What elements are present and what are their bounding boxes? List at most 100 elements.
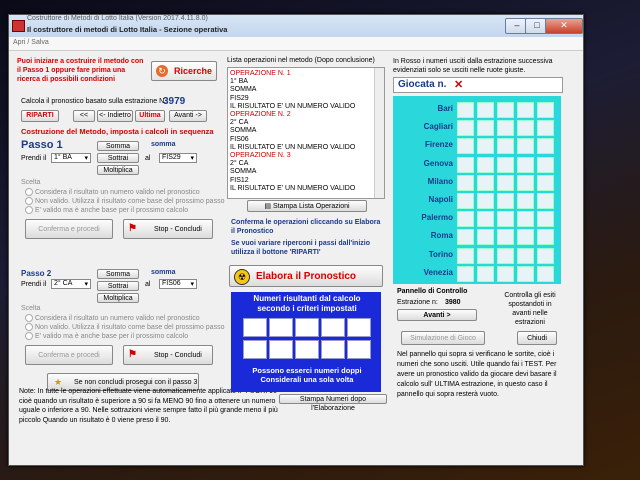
ops-list-item: IL RISULTATO E' UN NUMERO VALIDO — [230, 102, 356, 110]
ruota-cell — [457, 211, 474, 228]
passo1-conferma-button[interactable]: Conferma e procedi — [25, 219, 113, 239]
passo1-somma-button[interactable]: Somma — [97, 141, 139, 151]
passo2-opt2[interactable]: Non valido. Utilizza il risultato come b… — [25, 323, 224, 331]
ruota-cell — [537, 174, 554, 191]
elabora-label: Elabora il Pronostico — [256, 271, 357, 282]
passo1-select-1[interactable]: 1° BA — [51, 153, 91, 163]
info-text: In Rosso i numeri usciti dalla estrazion… — [393, 58, 553, 74]
passo2-sottrai-button[interactable]: Sottrai — [97, 281, 139, 291]
passo1-al: al — [145, 155, 151, 162]
ruota-cell — [497, 265, 514, 282]
scrollbar[interactable] — [374, 68, 384, 198]
ruota-cell — [457, 120, 474, 137]
passo2-select-2[interactable]: FIS06 — [159, 279, 197, 289]
numeri-foot: Possono esserci numeri doppi Considerali… — [252, 366, 362, 384]
ruota-cell — [537, 138, 554, 155]
passo1-opt2[interactable]: Non valido. Utilizza il risultato come b… — [25, 197, 224, 205]
ops-list-item: SOMMA — [230, 168, 257, 176]
ruota-cell — [477, 229, 494, 246]
stampa-lista-label: Stampa Lista Operazioni — [272, 203, 350, 210]
ops-list-item: 2° CA — [230, 119, 249, 127]
elabora-button[interactable]: ☢ Elabora il Pronostico — [229, 265, 383, 287]
ruota-cell — [457, 229, 474, 246]
ruota-cell — [517, 174, 534, 191]
close-icon[interactable]: ✕ — [545, 18, 583, 34]
passo1-moltiplica-button[interactable]: Moltiplica — [97, 165, 139, 175]
passo1-title: Passo 1 — [21, 139, 63, 151]
passo2-conferma-button[interactable]: Conferma e procedi — [25, 345, 113, 365]
title-bar: Costruttore di Metodi di Lotto Italia (V… — [9, 15, 583, 38]
ruota-cell — [497, 138, 514, 155]
passo2-opt3[interactable]: E' valido ma è anche base per il prossim… — [25, 332, 188, 340]
bottom-text: Nel pannello qui sopra si verificano le … — [397, 351, 557, 398]
note-text: Note: In tutte le operazioni effettuate … — [19, 388, 280, 424]
passo2-stop-button[interactable]: ⚑ Stop - Concludi — [123, 345, 213, 365]
passo1-prendi: Prendi il — [21, 155, 47, 162]
ruota-cell — [537, 229, 554, 246]
ops-list[interactable]: OPERAZIONE N. 1 1° BA SOMMA FIS29 IL RISULTA… — [227, 67, 385, 199]
ricerche-button[interactable]: ↻ Ricerche — [151, 61, 217, 81]
window-title: Costruttore di Metodi di Lotto Italia (V… — [27, 15, 208, 22]
simulazione-button[interactable]: Simulazione di Gioco — [401, 331, 485, 345]
menu-apri-salva[interactable]: Apri / Salva — [13, 39, 49, 46]
riparti-button[interactable]: RIPARTI — [21, 110, 59, 122]
ruota-cell — [457, 174, 474, 191]
ruota-cell — [517, 211, 534, 228]
ruota-cell — [517, 138, 534, 155]
window-subtitle: Il costruttore di metodi di Lotto Italia… — [27, 25, 228, 34]
passo2-somma-button[interactable]: Somma — [97, 269, 139, 279]
avanti-button[interactable]: Avanti -> — [169, 110, 207, 122]
indietro-button[interactable]: <- Indietro — [97, 110, 133, 122]
ruota-cell — [537, 102, 554, 118]
passo1-opt3[interactable]: E' valido ma è anche base per il prossim… — [25, 206, 188, 214]
giocata-box: Giocata n. ✕ — [393, 77, 563, 93]
radio-icon — [25, 206, 33, 214]
passo2-select-1[interactable]: 2° CA — [51, 279, 91, 289]
ops-list-item: SOMMA — [230, 127, 257, 135]
ruota-cell — [477, 102, 494, 118]
radio-icon — [25, 332, 33, 340]
refresh-icon: ↻ — [156, 65, 168, 77]
stampa-numeri-button[interactable]: Stampa Numeri dopo l'Elaborazione — [279, 394, 387, 412]
menu-bar: Apri / Salva — [9, 37, 583, 51]
radio-icon — [25, 197, 33, 205]
ruota-label: Torino — [428, 249, 453, 259]
stampa-lista-button[interactable]: ▤ Stampa Lista Operazioni — [247, 200, 367, 212]
chiudi-button[interactable]: Chiudi — [517, 331, 557, 345]
radio-icon — [25, 323, 33, 331]
ultima-button[interactable]: Ultima — [135, 110, 165, 122]
ops-list-item: 2° CA — [230, 160, 249, 168]
estrazione-number: 3979 — [163, 96, 186, 107]
avanti-pannello-button[interactable]: Avanti > — [397, 309, 477, 321]
ruota-label: Cagliari — [423, 122, 453, 132]
ruota-cell — [457, 102, 474, 118]
radio-icon — [25, 314, 33, 322]
ops-list-item: OPERAZIONE N. 1 — [230, 70, 291, 77]
left-panel: Puoi iniziare a costruire il metodo con … — [13, 53, 224, 398]
ruota-cell — [477, 247, 494, 264]
ruote-panel: Bari Cagliari Firenze Genova Milano Napoli Pal… — [393, 96, 561, 284]
close-x-icon[interactable]: ✕ — [454, 78, 463, 91]
passo1-select-2[interactable]: FIS29 — [159, 153, 197, 163]
first-button[interactable]: << — [73, 110, 95, 122]
ruota-cell — [477, 156, 494, 173]
passo2-scelta: Scelta — [21, 305, 41, 312]
passo1-scelta: Scelta — [21, 179, 41, 186]
passo2-op-label: somma — [151, 269, 176, 276]
pannello-title: Pannello di Controllo — [397, 288, 468, 295]
ruota-cell — [517, 247, 534, 264]
passo1-opt1[interactable]: Considera il risultato un numero valido … — [25, 188, 200, 196]
ruota-cell — [477, 193, 494, 209]
radiation-icon: ☢ — [234, 269, 250, 285]
passo1-stop-button[interactable]: ⚑ Stop - Concludi — [123, 219, 213, 239]
ruota-label: Roma — [430, 231, 453, 241]
printer-icon: ▤ — [264, 203, 271, 210]
ruota-cell — [497, 102, 514, 118]
passo1-sottrai-button[interactable]: Sottrai — [97, 153, 139, 163]
numeri-grid — [243, 318, 373, 362]
passo2-opt1[interactable]: Considera il risultato un numero valido … — [25, 314, 200, 322]
numero-cell — [295, 340, 319, 359]
passo1-stop-label: Stop - Concludi — [154, 226, 202, 233]
ops-list-item: FIS29 — [230, 94, 249, 102]
passo2-moltiplica-button[interactable]: Moltiplica — [97, 293, 139, 303]
